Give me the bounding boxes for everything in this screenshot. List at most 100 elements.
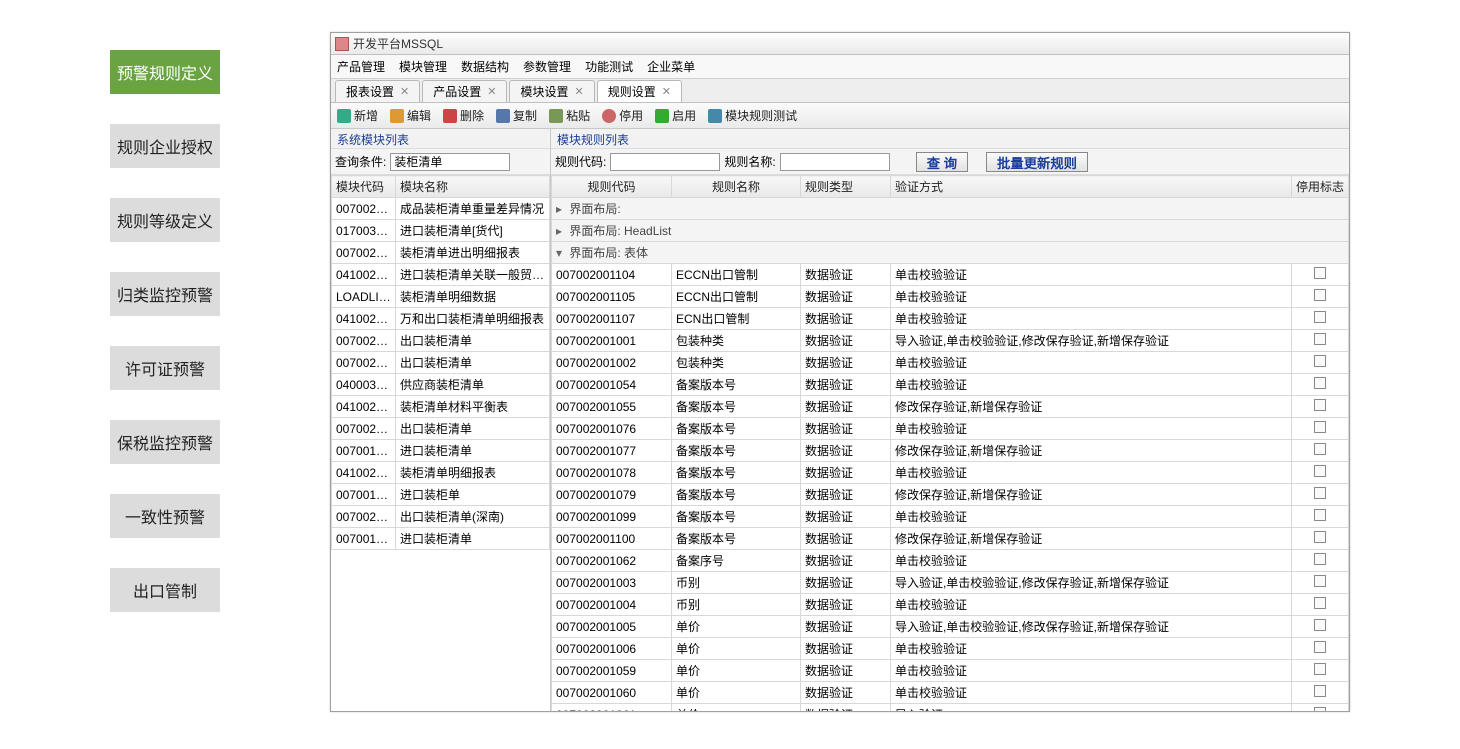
table-row[interactable]: 007002001005单价数据验证导入验证,单击校验验证,修改保存验证,新增保… [552, 616, 1349, 638]
module-grid[interactable]: 模块代码模块名称00700200…成品装柜清单重量差异情况017003002进口… [331, 175, 550, 711]
table-row[interactable]: 007002001054备案版本号数据验证单击校验验证 [552, 374, 1349, 396]
disable-checkbox[interactable] [1314, 333, 1326, 345]
table-row[interactable]: 007002001062备案序号数据验证单击校验验证 [552, 550, 1349, 572]
menu-item-4[interactable]: 功能测试 [585, 58, 633, 75]
table-row[interactable]: 007002001104ECCN出口管制数据验证单击校验验证 [552, 264, 1349, 286]
table-row[interactable]: 007002001出口装柜清单 [332, 330, 550, 352]
disable-checkbox[interactable] [1314, 509, 1326, 521]
table-row[interactable]: 007002001105ECCN出口管制数据验证单击校验验证 [552, 286, 1349, 308]
disable-checkbox[interactable] [1314, 707, 1326, 711]
menu-item-3[interactable]: 参数管理 [523, 58, 571, 75]
disable-checkbox[interactable] [1314, 421, 1326, 433]
column-header[interactable]: 停用标志 [1291, 176, 1348, 198]
group-row[interactable]: ▾ 界面布局: 表体 [552, 242, 1349, 264]
table-row[interactable]: 007002001078备案版本号数据验证单击校验验证 [552, 462, 1349, 484]
stop-button[interactable]: 停用 [602, 107, 643, 124]
query-button[interactable]: 查 询 [916, 152, 968, 172]
start-button[interactable]: 启用 [655, 107, 696, 124]
disable-checkbox[interactable] [1314, 685, 1326, 697]
table-row[interactable]: 007002001060单价数据验证单击校验验证 [552, 682, 1349, 704]
disable-checkbox[interactable] [1314, 487, 1326, 499]
table-row[interactable]: 007002001079备案版本号数据验证修改保存验证,新增保存验证 [552, 484, 1349, 506]
del-button[interactable]: 删除 [443, 107, 484, 124]
table-row[interactable]: 00700100…进口装柜单 [332, 484, 550, 506]
test-button[interactable]: 模块规则测试 [708, 107, 797, 124]
rule-code-input[interactable] [610, 153, 720, 171]
edit-button[interactable]: 编辑 [390, 107, 431, 124]
table-row[interactable]: 041002029万和出口装柜清单明细报表 [332, 308, 550, 330]
column-header[interactable]: 规则类型 [800, 176, 890, 198]
disable-checkbox[interactable] [1314, 399, 1326, 411]
table-row[interactable]: 00700100…进口装柜清单 [332, 528, 550, 550]
table-row[interactable]: 00700200…出口装柜清单 [332, 352, 550, 374]
column-header[interactable]: 验证方式 [890, 176, 1291, 198]
menu-item-5[interactable]: 企业菜单 [647, 58, 695, 75]
disable-checkbox[interactable] [1314, 641, 1326, 653]
batch-update-button[interactable]: 批量更新规则 [986, 152, 1088, 172]
disable-checkbox[interactable] [1314, 377, 1326, 389]
disable-checkbox[interactable] [1314, 553, 1326, 565]
table-row[interactable]: 007002001055备案版本号数据验证修改保存验证,新增保存验证 [552, 396, 1349, 418]
doc-tab-1[interactable]: 产品设置✕ [422, 80, 507, 102]
group-row[interactable]: ▸ 界面布局: [552, 198, 1349, 220]
disable-checkbox[interactable] [1314, 619, 1326, 631]
table-row[interactable]: 007002001002包装种类数据验证单击校验验证 [552, 352, 1349, 374]
rule-name-input[interactable] [780, 153, 890, 171]
disable-checkbox[interactable] [1314, 663, 1326, 675]
table-row[interactable]: 007002001001包装种类数据验证导入验证,单击校验验证,修改保存验证,新… [552, 330, 1349, 352]
close-icon[interactable]: ✕ [487, 85, 496, 98]
disable-checkbox[interactable] [1314, 575, 1326, 587]
menu-item-1[interactable]: 模块管理 [399, 58, 447, 75]
nav-button-4[interactable]: 许可证预警 [110, 346, 220, 390]
table-row[interactable]: 00700200…出口装柜清单 [332, 418, 550, 440]
disable-checkbox[interactable] [1314, 267, 1326, 279]
table-row[interactable]: 041002063装柜清单明细报表 [332, 462, 550, 484]
table-row[interactable]: 007002001100备案版本号数据验证修改保存验证,新增保存验证 [552, 528, 1349, 550]
doc-tab-3[interactable]: 规则设置✕ [597, 80, 682, 102]
nav-button-1[interactable]: 规则企业授权 [110, 124, 220, 168]
nav-button-5[interactable]: 保税监控预警 [110, 420, 220, 464]
table-row[interactable]: 041002033装柜清单材料平衡表 [332, 396, 550, 418]
table-row[interactable]: 017003002进口装柜清单[货代] [332, 220, 550, 242]
nav-button-2[interactable]: 规则等级定义 [110, 198, 220, 242]
table-row[interactable]: 007002001004币别数据验证单击校验验证 [552, 594, 1349, 616]
close-icon[interactable]: ✕ [662, 85, 671, 98]
doc-tab-2[interactable]: 模块设置✕ [509, 80, 594, 102]
table-row[interactable]: 041002021进口装柜清单关联一般贸… [332, 264, 550, 286]
table-row[interactable]: 007002001107ECN出口管制数据验证单击校验验证 [552, 308, 1349, 330]
disable-checkbox[interactable] [1314, 531, 1326, 543]
column-header[interactable]: 模块代码 [332, 176, 396, 198]
nav-button-6[interactable]: 一致性预警 [110, 494, 220, 538]
nav-button-7[interactable]: 出口管制 [110, 568, 220, 612]
paste-button[interactable]: 粘贴 [549, 107, 590, 124]
column-header[interactable]: 规则代码 [552, 176, 672, 198]
table-row[interactable]: 00700200…出口装柜清单(深南) [332, 506, 550, 528]
table-row[interactable]: 007002001006单价数据验证单击校验验证 [552, 638, 1349, 660]
table-row[interactable]: LOADLIST…装柜清单明细数据 [332, 286, 550, 308]
add-button[interactable]: 新增 [337, 107, 378, 124]
disable-checkbox[interactable] [1314, 311, 1326, 323]
disable-checkbox[interactable] [1314, 443, 1326, 455]
table-row[interactable]: 040003002供应商装柜清单 [332, 374, 550, 396]
column-header[interactable]: 规则名称 [672, 176, 801, 198]
table-row[interactable]: 007002001099备案版本号数据验证单击校验验证 [552, 506, 1349, 528]
nav-button-3[interactable]: 归类监控预警 [110, 272, 220, 316]
table-row[interactable]: 007001005进口装柜清单 [332, 440, 550, 462]
search-input[interactable] [390, 153, 510, 171]
table-row[interactable]: 007002001003币别数据验证导入验证,单击校验验证,修改保存验证,新增保… [552, 572, 1349, 594]
table-row[interactable]: 007002001059单价数据验证单击校验验证 [552, 660, 1349, 682]
copy-button[interactable]: 复制 [496, 107, 537, 124]
close-icon[interactable]: ✕ [574, 85, 583, 98]
column-header[interactable]: 模块名称 [396, 176, 550, 198]
table-row[interactable]: 00700200…成品装柜清单重量差异情况 [332, 198, 550, 220]
disable-checkbox[interactable] [1314, 355, 1326, 367]
table-row[interactable]: 007002001061单价数据验证导入验证 [552, 704, 1349, 712]
disable-checkbox[interactable] [1314, 597, 1326, 609]
menu-item-0[interactable]: 产品管理 [337, 58, 385, 75]
table-row[interactable]: 007002001077备案版本号数据验证修改保存验证,新增保存验证 [552, 440, 1349, 462]
menu-item-2[interactable]: 数据结构 [461, 58, 509, 75]
table-row[interactable]: 00700200…装柜清单进出明细报表 [332, 242, 550, 264]
close-icon[interactable]: ✕ [400, 85, 409, 98]
disable-checkbox[interactable] [1314, 465, 1326, 477]
doc-tab-0[interactable]: 报表设置✕ [335, 80, 420, 102]
